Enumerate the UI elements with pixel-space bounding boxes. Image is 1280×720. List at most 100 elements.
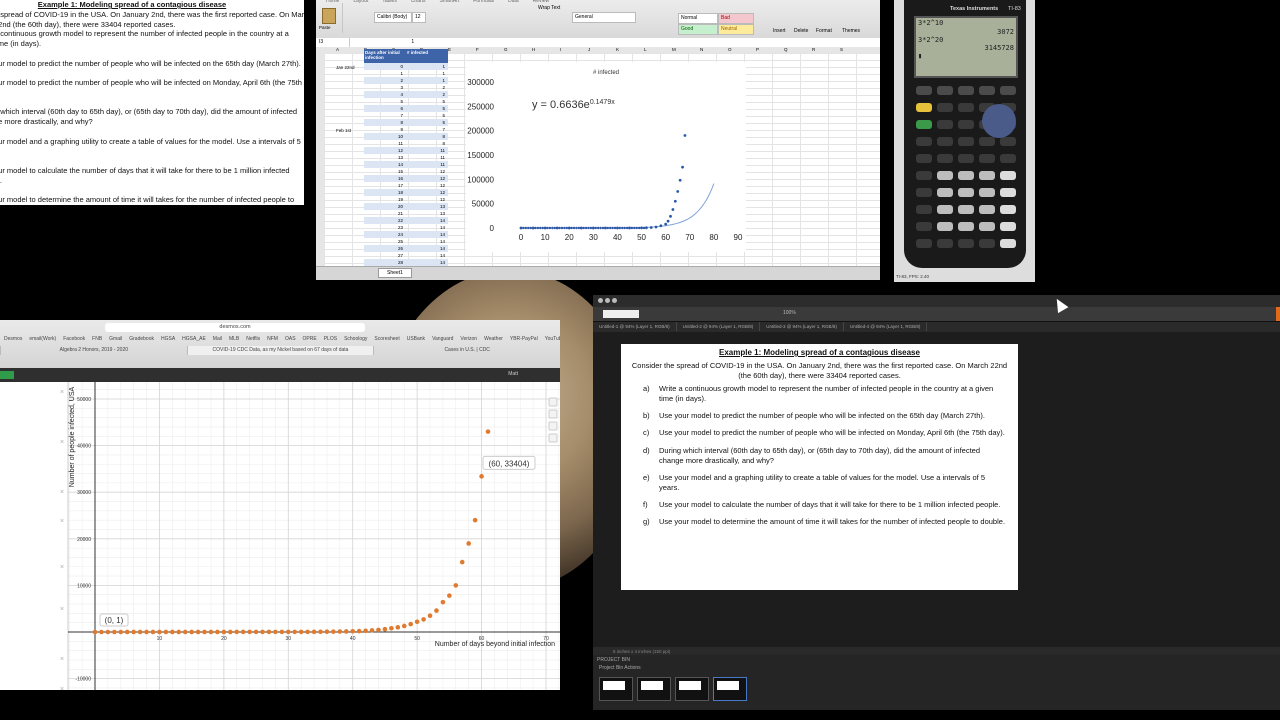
data-point[interactable] bbox=[176, 629, 182, 635]
calc-key[interactable] bbox=[1000, 222, 1016, 231]
calc-key[interactable] bbox=[958, 154, 974, 163]
data-point[interactable] bbox=[466, 541, 471, 546]
data-point[interactable] bbox=[324, 629, 330, 635]
cell-infected[interactable]: 14 bbox=[406, 259, 448, 266]
table-row[interactable]: 97 bbox=[364, 126, 448, 133]
cell-infected[interactable]: 14 bbox=[406, 224, 448, 231]
style-bad[interactable]: Bad bbox=[718, 13, 754, 24]
calc-key[interactable] bbox=[979, 188, 995, 197]
bookmark-link[interactable]: Schoology bbox=[344, 336, 367, 342]
calc-key[interactable] bbox=[916, 222, 932, 231]
data-point[interactable] bbox=[363, 628, 368, 634]
calc-key[interactable] bbox=[958, 188, 974, 197]
delete-expression-icon[interactable]: × bbox=[60, 489, 64, 496]
data-point[interactable] bbox=[124, 629, 130, 635]
data-point[interactable] bbox=[305, 629, 310, 635]
table-row[interactable]: 23 14 bbox=[364, 224, 448, 231]
cell-days[interactable]: 5 bbox=[364, 98, 406, 105]
table-row[interactable]: 01 bbox=[364, 63, 448, 70]
cell-infected[interactable]: 12 bbox=[406, 168, 448, 175]
data-point[interactable] bbox=[434, 608, 439, 613]
cell-infected[interactable]: 1 bbox=[406, 77, 448, 84]
data-point[interactable] bbox=[202, 629, 207, 635]
cell-days[interactable]: 24 bbox=[364, 231, 406, 238]
cell-days[interactable]: 17 bbox=[364, 182, 406, 189]
calc-key[interactable] bbox=[1000, 171, 1016, 180]
data-point[interactable] bbox=[137, 629, 143, 635]
data-point[interactable] bbox=[401, 623, 407, 629]
calc-key[interactable] bbox=[958, 86, 974, 95]
data-point[interactable] bbox=[240, 629, 246, 635]
data-point[interactable] bbox=[427, 613, 433, 618]
data-point[interactable] bbox=[343, 629, 349, 634]
cell-days[interactable]: 26 bbox=[364, 245, 406, 252]
formula-value[interactable]: 1 bbox=[351, 39, 414, 45]
excel-chart[interactable]: # infected 0 50000 100000 150000 200000 250000… bbox=[466, 62, 746, 252]
cell-days[interactable]: 2 bbox=[364, 77, 406, 84]
document-tab[interactable]: Untitled-4 @ 94% (Layer 1, RGB/8) bbox=[844, 322, 928, 331]
calc-key[interactable] bbox=[937, 120, 953, 129]
calc-key[interactable] bbox=[979, 239, 995, 248]
calc-key[interactable] bbox=[958, 239, 974, 248]
data-point[interactable] bbox=[440, 599, 446, 605]
delete-expression-icon[interactable]: × bbox=[60, 606, 64, 613]
calc-key[interactable] bbox=[979, 137, 995, 146]
document-tab[interactable]: Untitled-1 @ 94% (Layer 1, RGB/8) bbox=[593, 322, 677, 331]
user-name[interactable]: Matt bbox=[508, 371, 518, 377]
table-row[interactable]: 65 bbox=[364, 105, 448, 112]
calc-key[interactable] bbox=[937, 154, 953, 163]
bookmark-link[interactable]: Facebook bbox=[63, 336, 85, 342]
calc-key[interactable] bbox=[937, 137, 953, 146]
data-point[interactable] bbox=[485, 429, 491, 434]
data-point[interactable] bbox=[408, 621, 414, 627]
calc-key[interactable] bbox=[937, 188, 953, 197]
cell-infected[interactable]: 12 bbox=[406, 182, 448, 189]
cell-infected[interactable]: 5 bbox=[406, 112, 448, 119]
cell-days[interactable]: 10 bbox=[364, 133, 406, 140]
font-size-select[interactable]: 12 bbox=[412, 12, 426, 23]
font-name-select[interactable]: Calibri (Body) bbox=[374, 12, 412, 23]
calc-key[interactable] bbox=[979, 86, 995, 95]
cell-days[interactable]: 15 bbox=[364, 168, 406, 175]
calc-key[interactable] bbox=[958, 137, 974, 146]
data-table[interactable]: Days after initial infection # infected … bbox=[364, 49, 448, 280]
cell-infected[interactable]: 12 bbox=[406, 189, 448, 196]
graph-control-button[interactable] bbox=[548, 409, 558, 419]
calc-key[interactable] bbox=[958, 120, 974, 129]
bookmark-link[interactable]: HGSA bbox=[161, 336, 175, 342]
data-point[interactable] bbox=[195, 629, 201, 635]
url-bar[interactable]: desmos.com bbox=[105, 323, 365, 332]
data-point[interactable] bbox=[376, 627, 381, 633]
data-point[interactable] bbox=[298, 629, 304, 635]
calc-key[interactable] bbox=[916, 103, 932, 112]
data-point[interactable] bbox=[189, 629, 194, 635]
name-box[interactable]: I3 bbox=[316, 38, 350, 47]
ribbon-tab[interactable]: Formulas bbox=[473, 0, 494, 4]
data-point[interactable] bbox=[266, 629, 272, 635]
table-row[interactable]: 27 14 bbox=[364, 252, 448, 259]
table-row[interactable]: 24 14 bbox=[364, 231, 448, 238]
cell-infected[interactable]: 14 bbox=[406, 252, 448, 259]
cell-infected[interactable]: 11 bbox=[406, 161, 448, 168]
calc-key[interactable] bbox=[937, 239, 953, 248]
bookmark-link[interactable]: Weather bbox=[484, 336, 503, 342]
cell-infected[interactable]: 2 bbox=[406, 84, 448, 91]
cell-infected[interactable]: 14 bbox=[406, 217, 448, 224]
cell-days[interactable]: 18 bbox=[364, 189, 406, 196]
data-point[interactable] bbox=[472, 517, 478, 523]
thumbnail-3[interactable] bbox=[675, 677, 709, 701]
graph-control-button[interactable] bbox=[548, 433, 558, 443]
cell-infected[interactable]: 14 bbox=[406, 245, 448, 252]
delete-expression-icon[interactable]: × bbox=[60, 389, 64, 396]
data-point[interactable] bbox=[337, 629, 343, 634]
data-point[interactable] bbox=[182, 629, 188, 635]
cell-days[interactable]: 19 bbox=[364, 196, 406, 203]
thumbnail-4[interactable] bbox=[713, 677, 747, 701]
calc-key[interactable] bbox=[916, 188, 932, 197]
graph-control-button[interactable] bbox=[548, 421, 558, 431]
bookmark-link[interactable]: YouTube bbox=[545, 336, 560, 342]
data-point[interactable] bbox=[389, 625, 394, 631]
calc-key[interactable] bbox=[937, 103, 953, 112]
cell-infected[interactable]: 11 bbox=[406, 147, 448, 154]
calc-key[interactable] bbox=[1000, 188, 1016, 197]
